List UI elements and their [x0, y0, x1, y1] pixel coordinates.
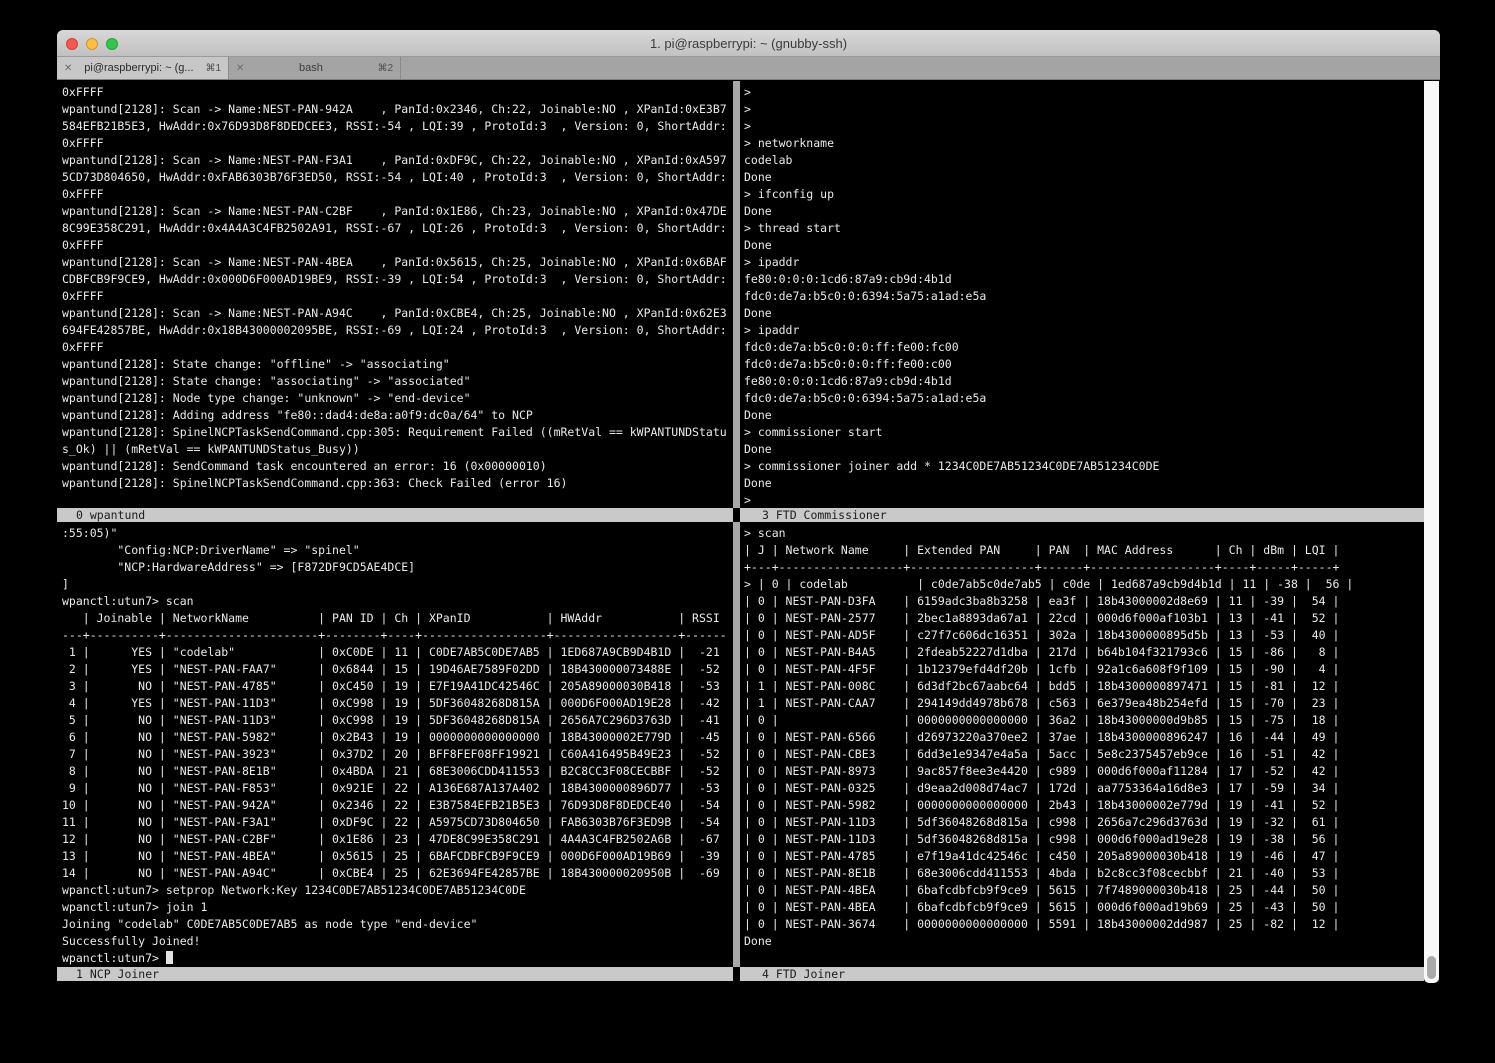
- close-window-button[interactable]: [66, 38, 78, 50]
- ftd-scan-done: Done: [744, 933, 1424, 950]
- minimize-window-button[interactable]: [86, 38, 98, 50]
- pane-ftd-commissioner[interactable]: > > > > networkname codelab Done > ifcon…: [740, 81, 1424, 508]
- ncp-joiner-output-text: wpanctl:utun7> setprop Network:Key 1234C…: [62, 882, 733, 950]
- zoom-window-button[interactable]: [106, 38, 118, 50]
- scan-table-rows: 1 | YES | "codelab" | 0xC0DE | 11 | C0DE…: [62, 644, 733, 882]
- pane-title-ftd-commissioner: 3 FTD Commissioner: [740, 508, 1424, 522]
- ftd-scan-table-rows: > | 0 | codelab | c0de7ab5c0de7ab5 | c0d…: [744, 576, 1424, 933]
- tab-shortcut: ⌘1: [205, 63, 221, 74]
- window-title: 1. pi@raspberrypi: ~ (gnubby-ssh): [57, 30, 1440, 57]
- prompt-line: wpanctl:utun7>: [62, 950, 733, 967]
- ftd-scan-table-separator: +---+------------------+----------------…: [744, 559, 1424, 576]
- scrollbar-thumb[interactable]: [1427, 956, 1436, 979]
- pane-ftd-joiner[interactable]: > scan | J | Network Name | Extended PAN…: [740, 522, 1424, 967]
- tab-shortcut: ⌘2: [377, 63, 393, 74]
- wpantund-log-text: 0xFFFF wpantund[2128]: Scan -> Name:NEST…: [62, 84, 733, 492]
- pane-divider-vertical-bottom[interactable]: [733, 522, 740, 967]
- tab-bash[interactable]: ✕ bash ⌘2: [229, 57, 401, 79]
- ftd-scan-table-header: | J | Network Name | Extended PAN | PAN …: [744, 542, 1424, 559]
- tab-close-icon[interactable]: ✕: [236, 63, 244, 74]
- pane-title-wpantund: 0 wpantund: [57, 508, 733, 522]
- tab-bar: ✕ pi@raspberrypi: ~ (g... ⌘1 ✕ bash ⌘2: [57, 57, 1440, 80]
- tab-close-icon[interactable]: ✕: [64, 63, 72, 74]
- terminal-content: 0xFFFF wpantund[2128]: Scan -> Name:NEST…: [57, 81, 1440, 1063]
- tab-label: pi@raspberrypi: ~ (g...: [78, 62, 199, 74]
- scan-table-separator: ---+----------+----------------------+--…: [62, 627, 733, 644]
- terminal-cursor: [166, 951, 173, 964]
- window-titlebar[interactable]: 1. pi@raspberrypi: ~ (gnubby-ssh): [57, 30, 1440, 57]
- prompt-text: wpanctl:utun7>: [62, 951, 166, 965]
- ftd-scan-command: > scan: [744, 525, 1424, 542]
- tab-label: bash: [250, 62, 371, 74]
- scan-table-header: | Joinable | NetworkName | PAN ID | Ch |…: [62, 610, 733, 627]
- scrollbar-track[interactable]: [1424, 81, 1439, 983]
- pane-wpantund[interactable]: 0xFFFF wpantund[2128]: Scan -> Name:NEST…: [57, 81, 733, 508]
- ftd-commissioner-text: > > > > networkname codelab Done > ifcon…: [744, 84, 1424, 508]
- terminal-window: 1. pi@raspberrypi: ~ (gnubby-ssh) ✕ pi@r…: [57, 30, 1440, 1063]
- pane-divider-vertical-top[interactable]: [733, 81, 740, 508]
- pane-ncp-joiner[interactable]: :55:05)" "Config:NCP:DriverName" => "spi…: [57, 522, 733, 967]
- traffic-lights: [66, 38, 118, 50]
- pane-title-ftd-joiner: 4 FTD Joiner: [740, 967, 1424, 981]
- pane-title-ncp-joiner: 1 NCP Joiner: [57, 967, 733, 981]
- tab-ssh-session[interactable]: ✕ pi@raspberrypi: ~ (g... ⌘1: [57, 57, 229, 79]
- ncp-joiner-intro-text: :55:05)" "Config:NCP:DriverName" => "spi…: [62, 525, 733, 610]
